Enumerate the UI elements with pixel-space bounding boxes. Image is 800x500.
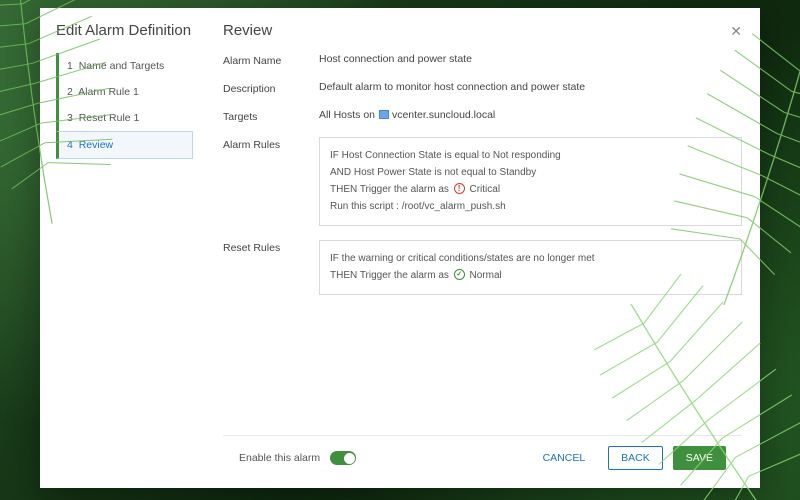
rule-then: THEN Trigger the alarm as Critical	[330, 183, 731, 197]
close-icon[interactable]: ✕	[730, 24, 742, 38]
cancel-button[interactable]: CANCEL	[530, 446, 599, 470]
targets-label: Targets	[223, 109, 309, 123]
modal-title: Edit Alarm Definition	[56, 22, 193, 39]
reset-then: THEN Trigger the alarm as Normal	[330, 269, 731, 283]
modal-footer: Enable this alarm CANCEL BACK SAVE	[223, 435, 742, 480]
severity-label: Normal	[470, 270, 502, 281]
rule-script: Run this script : /root/vc_alarm_push.sh	[330, 200, 731, 214]
critical-icon	[454, 183, 465, 194]
alarm-rules-label: Alarm Rules	[223, 137, 309, 151]
wizard-steps: 1 Name and Targets 2 Alarm Rule 1 3 Rese…	[56, 53, 193, 159]
reset-rules-label: Reset Rules	[223, 240, 309, 254]
rule-and: AND Host Power State is not equal to Sta…	[330, 166, 731, 180]
targets-host: vcenter.suncloud.local	[392, 109, 495, 121]
save-button[interactable]: SAVE	[673, 446, 726, 470]
alarm-name-value: Host connection and power state	[319, 53, 742, 65]
step-label: Reset Rule 1	[79, 112, 140, 124]
enable-alarm-label: Enable this alarm	[239, 452, 320, 464]
desktop-background: Edit Alarm Definition 1 Name and Targets…	[0, 0, 800, 500]
alarm-name-label: Alarm Name	[223, 53, 309, 67]
step-label: Name and Targets	[79, 60, 165, 72]
enable-alarm-toggle[interactable]	[330, 451, 356, 465]
alarm-rules-box: IF Host Connection State is equal to Not…	[319, 137, 742, 226]
normal-icon	[454, 269, 465, 280]
step-number: 4	[67, 139, 73, 151]
reset-rules-box: IF the warning or critical conditions/st…	[319, 240, 742, 295]
wizard-sidebar: Edit Alarm Definition 1 Name and Targets…	[40, 8, 205, 488]
targets-value: All Hosts on vcenter.suncloud.local	[319, 109, 742, 121]
description-value: Default alarm to monitor host connection…	[319, 81, 742, 93]
step-name-and-targets[interactable]: 1 Name and Targets	[56, 53, 193, 79]
review-panel: Review ✕ Alarm Name Host connection and …	[205, 8, 760, 488]
edit-alarm-modal: Edit Alarm Definition 1 Name and Targets…	[40, 8, 760, 488]
step-reset-rule-1[interactable]: 3 Reset Rule 1	[56, 105, 193, 131]
step-label: Alarm Rule 1	[78, 86, 139, 98]
vcenter-icon	[379, 110, 389, 119]
back-button[interactable]: BACK	[608, 446, 663, 470]
step-number: 1	[67, 60, 73, 72]
rule-if: IF Host Connection State is equal to Not…	[330, 149, 731, 163]
description-label: Description	[223, 81, 309, 95]
step-label: Review	[79, 139, 113, 151]
step-number: 3	[67, 112, 73, 124]
reset-if: IF the warning or critical conditions/st…	[330, 252, 731, 266]
panel-heading: Review	[223, 22, 272, 39]
targets-prefix: All Hosts on	[319, 109, 375, 121]
severity-label: Critical	[470, 184, 501, 195]
step-alarm-rule-1[interactable]: 2 Alarm Rule 1	[56, 79, 193, 105]
step-number: 2	[67, 86, 73, 98]
step-review[interactable]: 4 Review	[56, 131, 193, 159]
